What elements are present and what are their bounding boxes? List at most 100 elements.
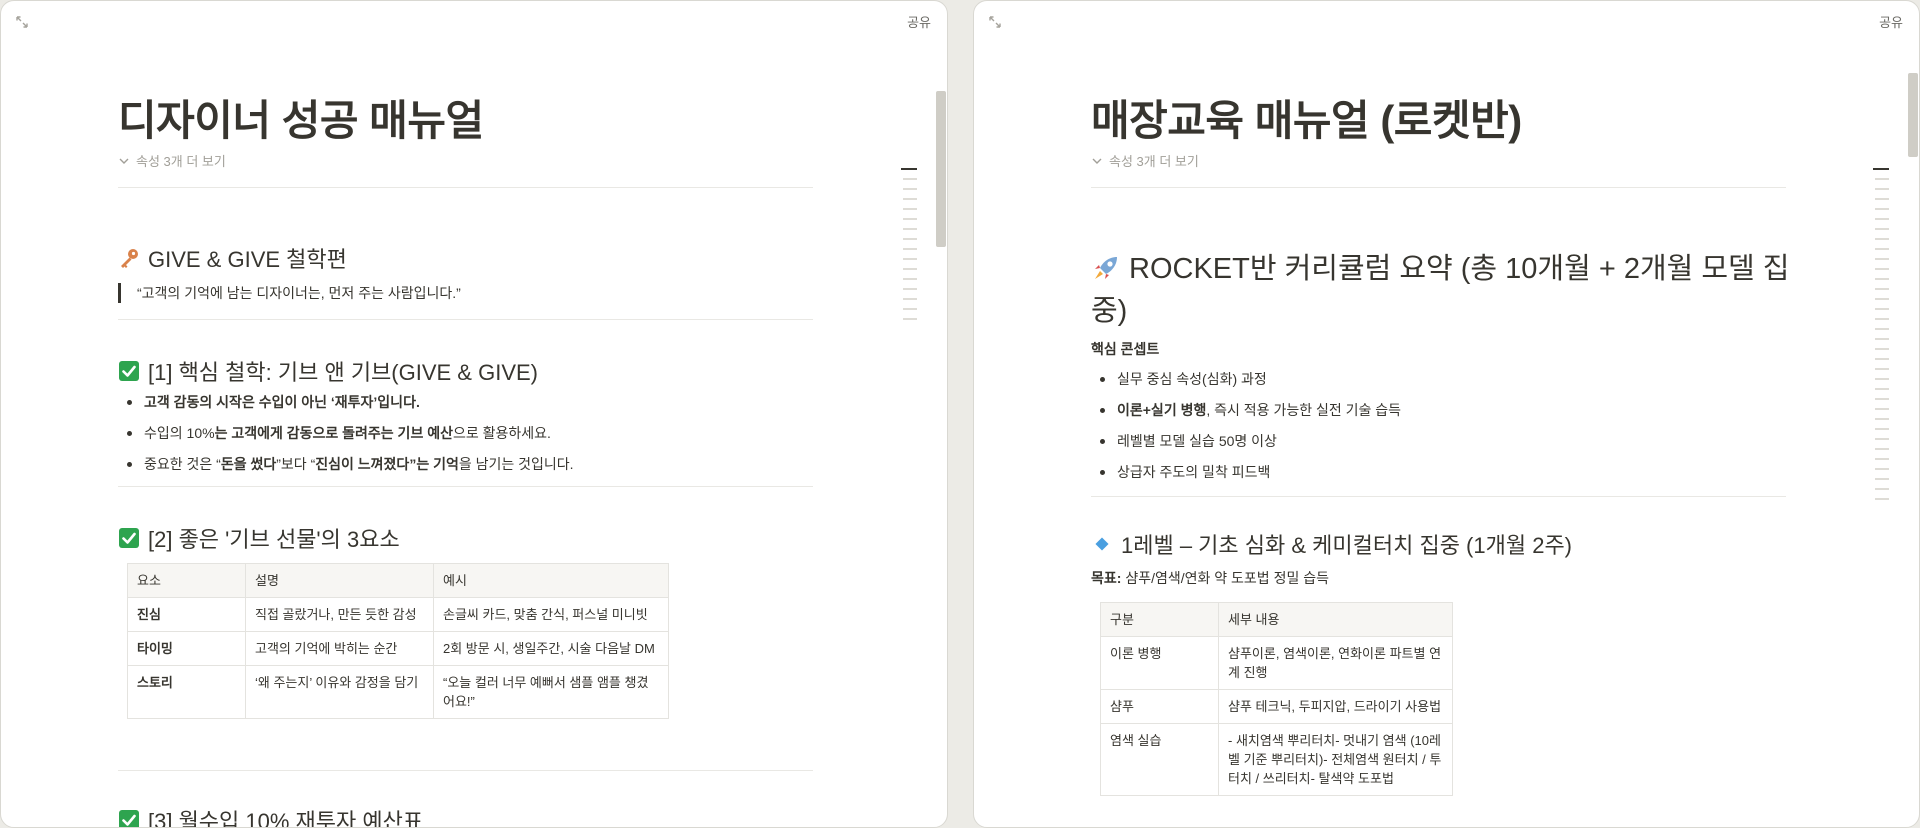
- toc-item[interactable]: [1875, 448, 1889, 450]
- scrollbar-thumb[interactable]: [1908, 73, 1918, 157]
- toc-item[interactable]: [1875, 368, 1889, 370]
- toc-item[interactable]: [1875, 308, 1889, 310]
- toc-item[interactable]: [1875, 438, 1889, 440]
- toc-item[interactable]: [1875, 218, 1889, 220]
- toc-item[interactable]: [903, 288, 917, 290]
- table-header-cell[interactable]: 요소: [127, 563, 246, 598]
- table-cell[interactable]: 염색 실습: [1100, 723, 1219, 796]
- table-header-cell[interactable]: 설명: [245, 563, 434, 598]
- toc-item[interactable]: [903, 218, 917, 220]
- toc-item[interactable]: [1875, 488, 1889, 490]
- expand-icon[interactable]: [14, 14, 30, 30]
- section-heading[interactable]: GIVE & GIVE 철학편: [118, 242, 347, 274]
- toc-item[interactable]: [903, 318, 917, 320]
- toc-item[interactable]: [903, 228, 917, 230]
- properties-toggle[interactable]: 속성 3개 더 보기: [118, 151, 226, 170]
- toc-item[interactable]: [1875, 388, 1889, 390]
- table-cell[interactable]: 직접 골랐거나, 만든 듯한 감성: [245, 597, 434, 632]
- table-cell[interactable]: 샴푸: [1100, 689, 1219, 724]
- expand-icon[interactable]: [987, 14, 1003, 30]
- toc-item[interactable]: [1875, 468, 1889, 470]
- section-heading[interactable]: [3] 월수입 10% 재투자 예산표: [118, 804, 423, 827]
- table-of-contents[interactable]: [1873, 168, 1889, 508]
- toc-item[interactable]: [1875, 268, 1889, 270]
- toc-item[interactable]: [1875, 478, 1889, 480]
- page-title[interactable]: 매장교육 매뉴얼 (로켓반): [1091, 87, 1522, 148]
- toc-item[interactable]: [1875, 418, 1889, 420]
- scrollbar[interactable]: [935, 1, 947, 827]
- section-heading[interactable]: 1레벨 – 기초 심화 & 케미컬터치 집중 (1개월 2주): [1091, 528, 1572, 560]
- toc-item[interactable]: [1875, 398, 1889, 400]
- table-cell[interactable]: “오늘 컬러 너무 예뻐서 샘플 앰플 챙겼어요!”: [433, 665, 669, 719]
- section-heading[interactable]: [1] 핵심 철학: 기브 앤 기브(GIVE & GIVE): [118, 355, 538, 387]
- toc-item[interactable]: [903, 248, 917, 250]
- list-item[interactable]: 레벨별 모델 실습 50명 이상: [1091, 431, 1401, 452]
- table-cell[interactable]: - 새치염색 뿌리터치- 멋내기 염색 (10레벨 기준 뿌리터치)- 전체염색…: [1218, 723, 1453, 796]
- share-button[interactable]: 공유: [1879, 12, 1903, 31]
- table-cell[interactable]: 스토리: [127, 665, 246, 719]
- toc-item[interactable]: [1875, 318, 1889, 320]
- toc-item[interactable]: [1875, 408, 1889, 410]
- toc-item[interactable]: [903, 198, 917, 200]
- table-cell[interactable]: 손글씨 카드, 맞춤 간식, 퍼스널 미니빗: [433, 597, 669, 632]
- toc-item[interactable]: [1875, 428, 1889, 430]
- section-heading[interactable]: ROCKET반 커리큘럼 요약 (총 10개월 + 2개월 모델 집중): [1091, 248, 1791, 332]
- table-cell[interactable]: ‘왜 주는지’ 이유와 감정을 담기: [245, 665, 434, 719]
- table-header-cell[interactable]: 구분: [1100, 602, 1219, 637]
- toc-item[interactable]: [1875, 258, 1889, 260]
- toc-item[interactable]: [1875, 338, 1889, 340]
- toc-item[interactable]: [903, 308, 917, 310]
- toc-item[interactable]: [1875, 348, 1889, 350]
- list-item[interactable]: 실무 중심 속성(심화) 과정: [1091, 369, 1401, 390]
- list-item[interactable]: 이론+실기 병행, 즉시 적용 가능한 실전 기술 습득: [1091, 400, 1401, 421]
- table-cell[interactable]: 타이밍: [127, 631, 246, 666]
- table-cell[interactable]: 샴푸 테크닉, 두피지압, 드라이기 사용법: [1218, 689, 1453, 724]
- toc-item[interactable]: [1875, 208, 1889, 210]
- toc-item[interactable]: [1875, 358, 1889, 360]
- toc-item[interactable]: [1875, 458, 1889, 460]
- toc-item[interactable]: [1875, 188, 1889, 190]
- table-cell[interactable]: 이론 병행: [1100, 636, 1219, 690]
- toc-item[interactable]: [903, 258, 917, 260]
- toc-item[interactable]: [903, 238, 917, 240]
- check-icon: [118, 360, 140, 382]
- list-item-bold: ”는 기억: [409, 456, 459, 472]
- list-item[interactable]: 수입의 10%는 고객에게 감동으로 돌려주는 기브 예산으로 활용하세요.: [118, 423, 574, 444]
- toc-item[interactable]: [1875, 228, 1889, 230]
- table-cell[interactable]: 진심: [127, 597, 246, 632]
- toc-item[interactable]: [1875, 298, 1889, 300]
- toc-item[interactable]: [1875, 178, 1889, 180]
- toc-item[interactable]: [1875, 378, 1889, 380]
- table-cell[interactable]: 샴푸이론, 염색이론, 연화이론 파트별 연계 진행: [1218, 636, 1453, 690]
- table-cell[interactable]: 고객의 기억에 박히는 순간: [245, 631, 434, 666]
- toc-item[interactable]: [901, 168, 917, 170]
- toc-item[interactable]: [1875, 248, 1889, 250]
- table-cell[interactable]: 2회 방문 시, 생일주간, 시술 다음날 DM: [433, 631, 669, 666]
- list-item[interactable]: 중요한 것은 “돈을 썼다”보다 “진심이 느껴졌다”는 기억을 남기는 것입니…: [118, 454, 574, 475]
- toc-item[interactable]: [1875, 278, 1889, 280]
- list-item[interactable]: 상급자 주도의 밀착 피드백: [1091, 462, 1401, 483]
- toc-item[interactable]: [903, 208, 917, 210]
- toc-item[interactable]: [903, 268, 917, 270]
- toc-item[interactable]: [1875, 238, 1889, 240]
- quote-block[interactable]: “고객의 기억에 남는 디자이너는, 먼저 주는 사람입니다.”: [118, 283, 461, 303]
- toc-item[interactable]: [903, 298, 917, 300]
- toc-item[interactable]: [1873, 168, 1889, 170]
- toc-item[interactable]: [1875, 198, 1889, 200]
- toc-item[interactable]: [903, 178, 917, 180]
- section-heading[interactable]: [2] 좋은 '기브 선물'의 3요소: [118, 522, 400, 554]
- list-item[interactable]: 고객 감동의 시작은 수입이 아닌 ‘재투자’입니다.: [118, 392, 574, 413]
- scrollbar[interactable]: [1907, 1, 1919, 827]
- toc-item[interactable]: [1875, 328, 1889, 330]
- properties-toggle[interactable]: 속성 3개 더 보기: [1091, 151, 1199, 170]
- toc-item[interactable]: [903, 188, 917, 190]
- scrollbar-thumb[interactable]: [936, 91, 946, 247]
- table-of-contents[interactable]: [901, 168, 917, 328]
- share-button[interactable]: 공유: [907, 12, 931, 31]
- table-header-cell[interactable]: 세부 내용: [1218, 602, 1453, 637]
- toc-item[interactable]: [1875, 288, 1889, 290]
- table-header-cell[interactable]: 예시: [433, 563, 669, 598]
- toc-item[interactable]: [903, 278, 917, 280]
- toc-item[interactable]: [1875, 498, 1889, 500]
- page-title[interactable]: 디자이너 성공 매뉴얼: [118, 87, 484, 148]
